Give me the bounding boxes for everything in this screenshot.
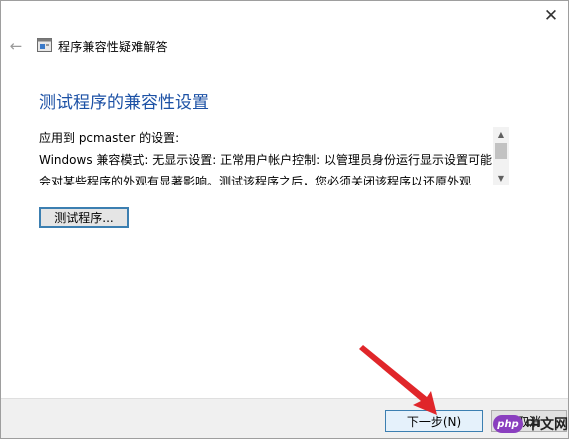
- watermark: php 中文网: [493, 409, 568, 438]
- page-heading: 测试程序的兼容性设置: [39, 93, 209, 113]
- scroll-up-icon[interactable]: ▲: [493, 127, 509, 141]
- test-program-button[interactable]: 测试程序...: [39, 207, 129, 228]
- red-arrow-annotation-icon: [359, 345, 437, 415]
- settings-line: 应用到 pcmaster 的设置:: [39, 131, 180, 145]
- settings-text-box[interactable]: 应用到 pcmaster 的设置: Windows 兼容模式: 无显示设置: 正…: [39, 127, 509, 185]
- settings-line: Windows 兼容模式: 无显示设置: 正常用户帐户控制: 以管理员身份运行显…: [39, 153, 492, 167]
- close-icon: ✕: [543, 5, 559, 26]
- scroll-down-icon[interactable]: ▼: [493, 171, 509, 185]
- scroll-thumb[interactable]: [495, 143, 507, 159]
- settings-line: 会对某些程序的外观有显著影响。测试该程序之后，您必须关闭该程序以还原外观: [39, 175, 472, 185]
- settings-scrollbar[interactable]: ▲ ▼: [493, 127, 509, 185]
- troubleshooter-app-icon: [37, 38, 52, 52]
- window-title: 程序兼容性疑难解答: [58, 40, 168, 54]
- watermark-text: 中文网: [526, 417, 568, 433]
- back-arrow-icon: ←: [9, 37, 23, 55]
- close-button[interactable]: ✕: [534, 1, 568, 31]
- back-button[interactable]: ←: [7, 37, 25, 55]
- php-logo-icon: php: [493, 415, 523, 433]
- compatibility-troubleshooter-window: ✕ ← 程序兼容性疑难解答 测试程序的兼容性设置 应用到 pcmaster 的设…: [0, 0, 569, 439]
